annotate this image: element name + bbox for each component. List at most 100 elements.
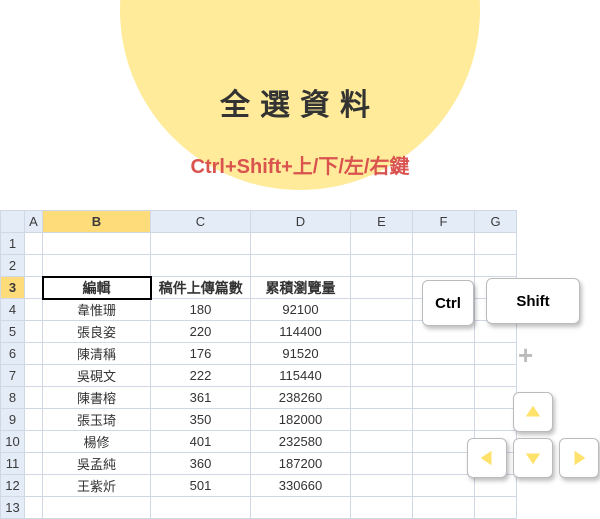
cell-name[interactable]: 吳孟純 (43, 453, 151, 475)
table-header-uploads[interactable]: 稿件上傳篇數 (151, 277, 251, 299)
cell[interactable] (475, 233, 517, 255)
cell-value[interactable]: 180 (151, 299, 251, 321)
cell-name[interactable]: 王紫炘 (43, 475, 151, 497)
cell[interactable] (475, 387, 517, 409)
cell[interactable] (25, 343, 43, 365)
col-header-C[interactable]: C (151, 211, 251, 233)
cell[interactable] (413, 475, 475, 497)
col-header-A[interactable]: A (25, 211, 43, 233)
cell[interactable] (413, 387, 475, 409)
cell[interactable] (25, 299, 43, 321)
cell[interactable] (25, 475, 43, 497)
plus-icon: + (518, 340, 533, 371)
cell[interactable] (25, 387, 43, 409)
cell[interactable] (25, 233, 43, 255)
cell[interactable] (351, 365, 413, 387)
cell[interactable] (25, 277, 43, 299)
cell-value[interactable]: 401 (151, 431, 251, 453)
cell-value[interactable]: 361 (151, 387, 251, 409)
cell-value[interactable]: 114400 (251, 321, 351, 343)
row-header[interactable]: 8 (1, 387, 25, 409)
cell[interactable] (413, 343, 475, 365)
cell-name[interactable]: 楊修 (43, 431, 151, 453)
cell[interactable] (475, 365, 517, 387)
cell[interactable] (25, 409, 43, 431)
cell[interactable] (351, 453, 413, 475)
cell-value[interactable]: 330660 (251, 475, 351, 497)
row-header[interactable]: 2 (1, 255, 25, 277)
cell[interactable] (151, 233, 251, 255)
cell-name[interactable]: 韋惟珊 (43, 299, 151, 321)
cell-value[interactable]: 360 (151, 453, 251, 475)
cell[interactable] (351, 343, 413, 365)
cell-value[interactable]: 220 (151, 321, 251, 343)
row-header[interactable]: 4 (1, 299, 25, 321)
row-header[interactable]: 7 (1, 365, 25, 387)
row-header[interactable]: 5 (1, 321, 25, 343)
cell-name[interactable]: 張良姿 (43, 321, 151, 343)
cell[interactable] (413, 409, 475, 431)
cell-value[interactable]: 187200 (251, 453, 351, 475)
cell-name[interactable]: 陳清稱 (43, 343, 151, 365)
cell[interactable] (25, 321, 43, 343)
cell[interactable] (25, 431, 43, 453)
col-header-F[interactable]: F (413, 211, 475, 233)
row-header[interactable]: 1 (1, 233, 25, 255)
cell[interactable] (413, 453, 475, 475)
cell[interactable] (351, 321, 413, 343)
shift-key-icon: Shift (486, 278, 580, 324)
spreadsheet[interactable]: A B C D E F G 1 2 3 編輯 稿件上傳篇數 累積瀏覽量 4 韋惟珊… (0, 210, 517, 519)
cell-value[interactable]: 232580 (251, 431, 351, 453)
table-header-views[interactable]: 累積瀏覽量 (251, 277, 351, 299)
col-header-D[interactable]: D (251, 211, 351, 233)
row-header[interactable]: 6 (1, 343, 25, 365)
cell[interactable] (351, 233, 413, 255)
col-header-E[interactable]: E (351, 211, 413, 233)
cell[interactable] (475, 343, 517, 365)
cell-name[interactable]: 吳硯文 (43, 365, 151, 387)
cell[interactable] (475, 409, 517, 431)
cell-value[interactable]: 92100 (251, 299, 351, 321)
cell[interactable] (351, 409, 413, 431)
cell[interactable] (351, 255, 413, 277)
row-header[interactable]: 11 (1, 453, 25, 475)
cell[interactable] (25, 365, 43, 387)
arrow-left-key-icon (467, 438, 507, 478)
cell-value[interactable]: 501 (151, 475, 251, 497)
arrow-right-key-icon (559, 438, 599, 478)
select-all-corner[interactable] (1, 211, 25, 233)
col-header-B[interactable]: B (43, 211, 151, 233)
table-header-editor[interactable]: 編輯 (43, 277, 151, 299)
cell[interactable] (25, 255, 43, 277)
cell[interactable] (351, 387, 413, 409)
cell[interactable] (251, 255, 351, 277)
cell-value[interactable]: 238260 (251, 387, 351, 409)
cell[interactable] (25, 453, 43, 475)
cell-value[interactable]: 91520 (251, 343, 351, 365)
cell[interactable] (413, 255, 475, 277)
cell-value[interactable]: 176 (151, 343, 251, 365)
cell-name[interactable]: 陳書榕 (43, 387, 151, 409)
cell-value[interactable]: 222 (151, 365, 251, 387)
row-header[interactable]: 10 (1, 431, 25, 453)
cell[interactable] (351, 277, 413, 299)
cell[interactable] (43, 255, 151, 277)
cell[interactable] (475, 255, 517, 277)
cell[interactable] (413, 365, 475, 387)
cell[interactable] (351, 431, 413, 453)
cell-name[interactable]: 張玉琦 (43, 409, 151, 431)
row-header[interactable]: 3 (1, 277, 25, 299)
row-header[interactable]: 9 (1, 409, 25, 431)
row-header[interactable]: 12 (1, 475, 25, 497)
cell[interactable] (413, 431, 475, 453)
cell[interactable] (251, 233, 351, 255)
cell-value[interactable]: 350 (151, 409, 251, 431)
cell-value[interactable]: 182000 (251, 409, 351, 431)
col-header-G[interactable]: G (475, 211, 517, 233)
cell[interactable] (43, 233, 151, 255)
cell-value[interactable]: 115440 (251, 365, 351, 387)
cell[interactable] (413, 233, 475, 255)
cell[interactable] (351, 299, 413, 321)
cell[interactable] (351, 475, 413, 497)
cell[interactable] (151, 255, 251, 277)
